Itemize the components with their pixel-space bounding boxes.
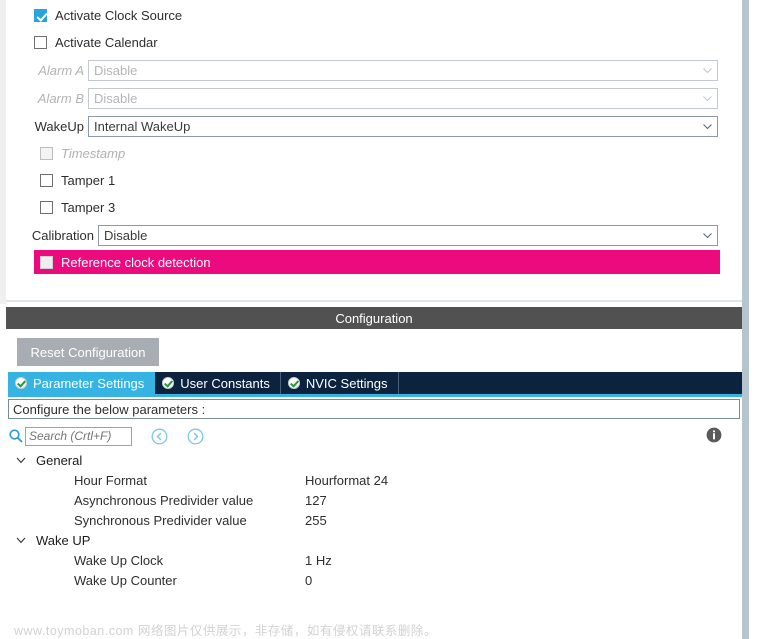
configuration-tabstrip: Parameter Settings User Constants NVIC S… [8, 372, 742, 394]
table-row[interactable]: Wake Up Counter 0 [8, 570, 738, 590]
param-name: Wake Up Counter [74, 572, 177, 588]
dropdown-row-wakeup[interactable]: WakeUp Internal WakeUp [28, 115, 720, 137]
table-row[interactable]: Hour Format Hourformat 24 [8, 470, 738, 490]
app-root: Activate Clock Source Activate Calendar … [0, 0, 770, 639]
wakeup-label: WakeUp [34, 118, 84, 134]
rtc-mode-panel: Activate Clock Source Activate Calendar … [6, 0, 742, 302]
configure-parameters-banner: Configure the below parameters : [8, 399, 740, 419]
alarm-a-value: Disable [94, 62, 138, 78]
tab-user-constants[interactable]: User Constants [155, 372, 281, 394]
activate-calendar-checkbox[interactable] [34, 35, 47, 49]
chevron-down-icon [702, 230, 713, 241]
chevron-down-icon[interactable] [14, 533, 28, 547]
dropdown-row-alarm-a[interactable]: Alarm A Disable [28, 59, 720, 81]
tree-group-wake-up[interactable]: Wake UP [8, 530, 738, 550]
tab-active-underline [8, 394, 742, 397]
reference-clock-detection-label: Reference clock detection [61, 254, 211, 270]
alarm-a-label: Alarm A [38, 62, 84, 78]
vertical-separator [742, 0, 749, 639]
dropdown-row-calibration[interactable]: Calibration Disable [28, 224, 720, 246]
calibration-select[interactable]: Disable [98, 224, 718, 246]
tab-nvic-settings-label: NVIC Settings [305, 375, 388, 391]
parameter-tree: General Hour Format Hourformat 24 Asynch… [8, 450, 738, 590]
alarm-b-label: Alarm B [37, 90, 84, 106]
tree-group-general[interactable]: General [8, 450, 738, 470]
calibration-value: Disable [104, 227, 148, 243]
tamper-1-label: Tamper 1 [61, 172, 116, 188]
table-row[interactable]: Wake Up Clock 1 Hz [8, 550, 738, 570]
right-margin [749, 0, 770, 639]
wakeup-select[interactable]: Internal WakeUp [88, 115, 718, 137]
alarm-a-select[interactable]: Disable [88, 59, 718, 81]
tab-user-constants-label: User Constants [180, 375, 270, 391]
search-next-button[interactable] [187, 428, 204, 445]
table-row[interactable]: Synchronous Predivider value 255 [8, 510, 738, 530]
checkbox-row-tamper-1[interactable]: Tamper 1 [40, 169, 115, 191]
check-circle-icon [287, 377, 300, 389]
search-previous-button[interactable] [151, 428, 168, 445]
checkbox-row-tamper-3[interactable]: Tamper 3 [40, 196, 115, 218]
chevron-down-icon [702, 65, 713, 76]
param-value: 0 [305, 572, 313, 588]
chevron-down-icon [702, 93, 713, 104]
dropdown-row-alarm-b[interactable]: Alarm B Disable [28, 87, 720, 109]
chevron-down-icon [702, 121, 713, 132]
check-circle-icon [15, 377, 27, 389]
check-circle-icon [162, 377, 175, 389]
table-row[interactable]: Asynchronous Predivider value 127 [8, 490, 738, 510]
checkbox-row-timestamp[interactable]: Timestamp [40, 142, 125, 164]
tree-group-wake-up-label: Wake UP [36, 532, 91, 548]
param-name: Hour Format [74, 472, 147, 488]
search-input[interactable] [25, 426, 132, 446]
alarm-b-value: Disable [94, 90, 138, 106]
watermark-text: www.toymoban.com 网络图片仅供展示，非存储，如有侵权请联系删除。 [14, 624, 437, 638]
activate-clock-source-label: Activate Clock Source [55, 7, 183, 23]
reset-configuration-button[interactable]: Reset Configuration [17, 338, 159, 366]
wakeup-value: Internal WakeUp [94, 118, 191, 134]
alarm-b-select[interactable]: Disable [88, 87, 718, 109]
param-name: Synchronous Predivider value [74, 512, 247, 528]
tab-parameter-settings-label: Parameter Settings [33, 375, 145, 391]
activate-clock-source-checkbox[interactable] [34, 8, 47, 22]
param-value: Hourformat 24 [305, 472, 389, 488]
reset-configuration-label: Reset Configuration [30, 344, 146, 360]
info-icon[interactable] [706, 427, 722, 443]
param-value: 1 Hz [305, 552, 332, 568]
tamper-3-checkbox[interactable] [40, 200, 53, 214]
checkbox-row-activate-calendar[interactable]: Activate Calendar [34, 31, 158, 53]
tamper-3-label: Tamper 3 [61, 199, 116, 215]
timestamp-label: Timestamp [61, 145, 126, 161]
tab-parameter-settings[interactable]: Parameter Settings [8, 372, 156, 394]
configuration-header-title: Configuration [335, 310, 413, 326]
activate-calendar-label: Activate Calendar [55, 34, 158, 50]
search-toolbar [8, 424, 738, 448]
configuration-header: Configuration [6, 307, 742, 329]
param-name: Wake Up Clock [74, 552, 164, 568]
checkbox-row-reference-clock-detection[interactable]: Reference clock detection [34, 250, 720, 274]
tamper-1-checkbox[interactable] [40, 173, 53, 187]
param-value: 255 [305, 512, 327, 528]
reference-clock-detection-checkbox[interactable] [40, 255, 53, 269]
search-icon [8, 428, 24, 444]
configure-parameters-text: Configure the below parameters : [13, 401, 206, 417]
param-value: 127 [305, 492, 327, 508]
checkbox-row-activate-clock-source[interactable]: Activate Clock Source [34, 4, 182, 26]
calibration-label: Calibration [31, 227, 94, 243]
tree-group-general-label: General [36, 452, 83, 468]
tab-nvic-settings[interactable]: NVIC Settings [280, 372, 399, 394]
timestamp-checkbox[interactable] [40, 146, 53, 160]
param-name: Asynchronous Predivider value [74, 492, 254, 508]
chevron-down-icon[interactable] [14, 453, 28, 467]
